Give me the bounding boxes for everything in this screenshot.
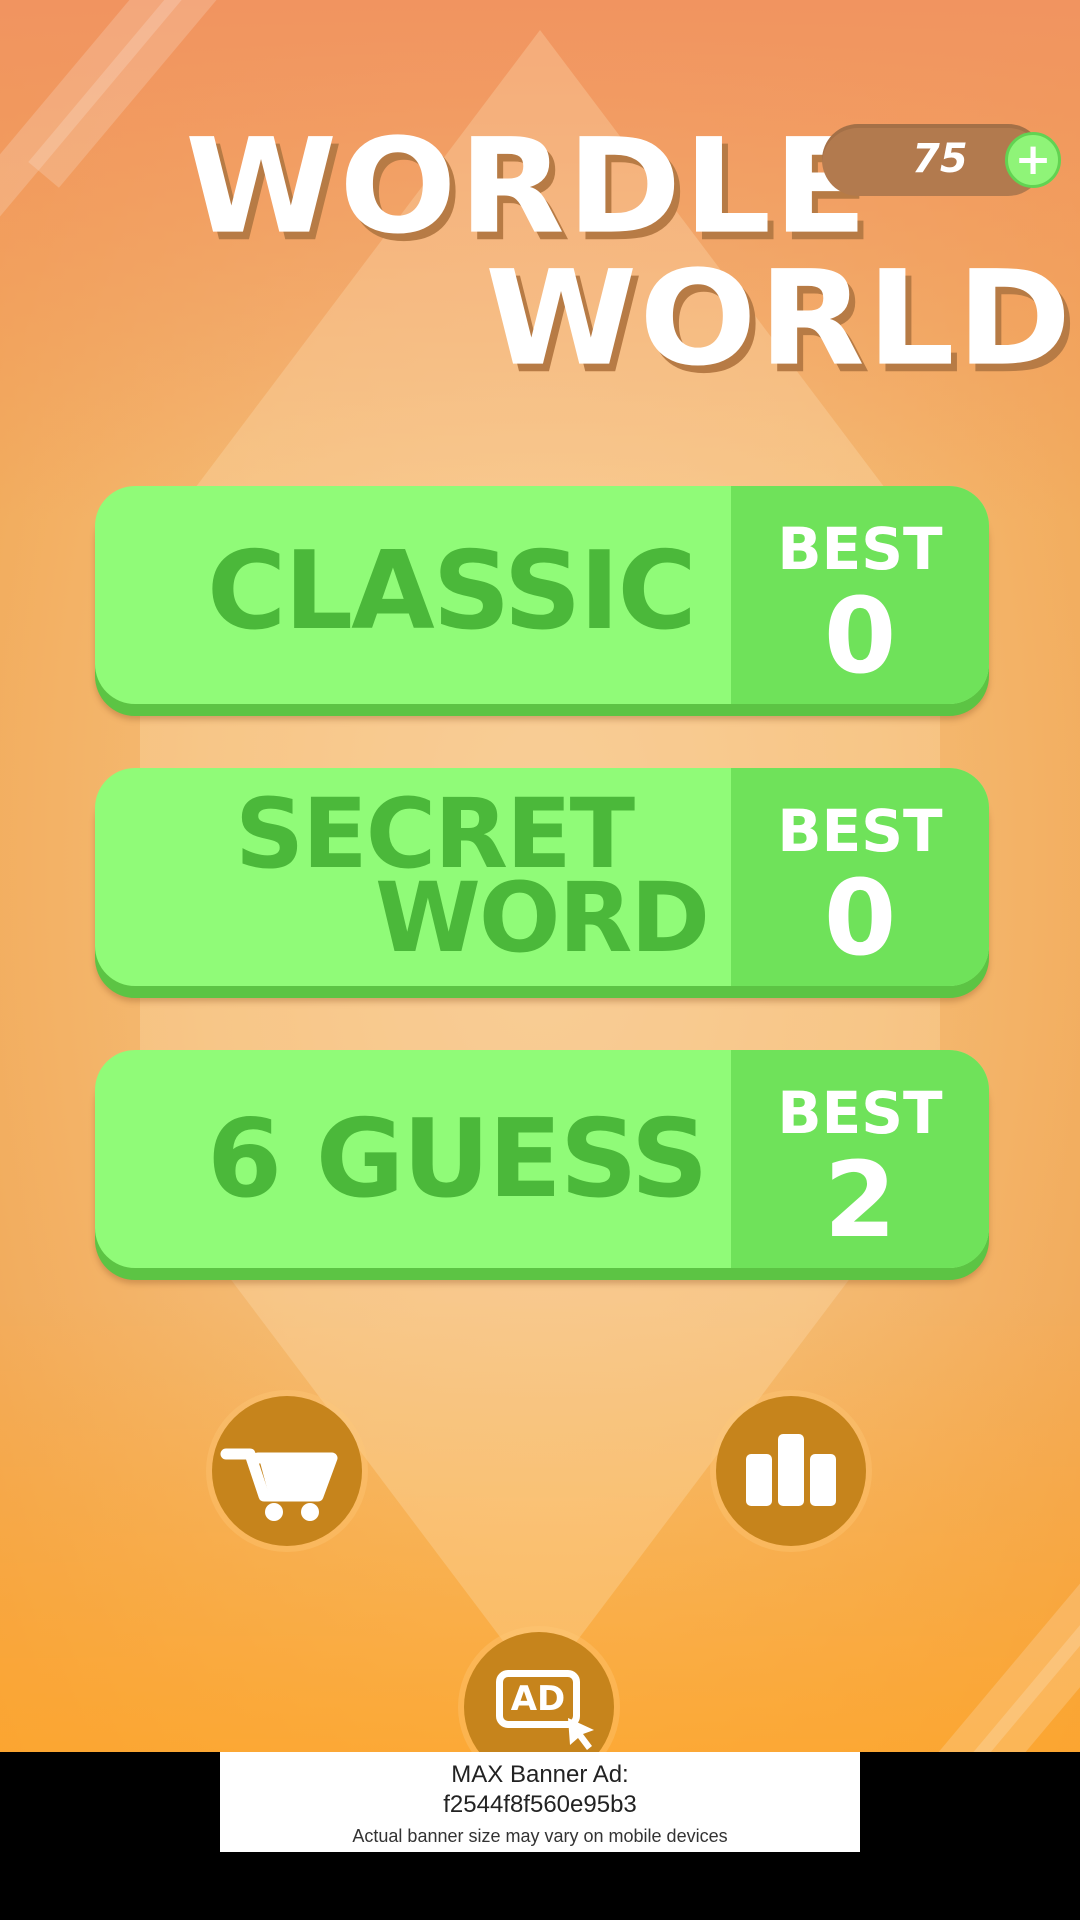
best-score-value: 2 [823, 1139, 897, 1261]
best-score-value: 0 [823, 575, 897, 697]
mode-label: CLASSIC [207, 529, 697, 654]
best-score-value: 0 [823, 857, 897, 979]
mode-label-line-2: WORD [375, 862, 710, 974]
best-score-panel: BEST 0 [731, 486, 989, 704]
bar-chart-icon [746, 1434, 836, 1506]
classic-mode-button[interactable]: CLASSIC BEST 0 [95, 486, 989, 704]
best-score-panel: BEST 2 [731, 1050, 989, 1268]
game-title-line-1: WORDLE [185, 110, 870, 263]
banner-ad[interactable]: MAX Banner Ad: f2544f8f560e95b3 Actual b… [220, 1752, 860, 1852]
coin-count: 75 [912, 136, 968, 182]
best-label: BEST [777, 515, 943, 583]
best-score-panel: BEST 0 [731, 768, 989, 986]
add-coins-button[interactable]: + [1005, 132, 1061, 188]
plus-icon: + [1014, 134, 1052, 185]
mode-label: 6 GUESS [207, 1097, 709, 1222]
best-label: BEST [777, 1079, 943, 1147]
best-label: BEST [777, 797, 943, 865]
banner-ad-title: MAX Banner Ad: f2544f8f560e95b3 [220, 1760, 860, 1820]
stats-button[interactable] [716, 1396, 866, 1546]
banner-ad-title-line-2: f2544f8f560e95b3 [443, 1791, 637, 1818]
shop-button[interactable] [212, 1396, 362, 1546]
banner-ad-title-line-1: MAX Banner Ad: [451, 1761, 629, 1788]
banner-ad-subtitle: Actual banner size may vary on mobile de… [352, 1826, 728, 1846]
cart-icon [220, 1448, 338, 1521]
cursor-icon [568, 1718, 594, 1750]
secret-word-mode-button[interactable]: SECRET WORD BEST 0 [95, 768, 989, 986]
six-guess-mode-button[interactable]: 6 GUESS BEST 2 [95, 1050, 989, 1268]
game-title-line-2: WORLD [485, 242, 1074, 395]
